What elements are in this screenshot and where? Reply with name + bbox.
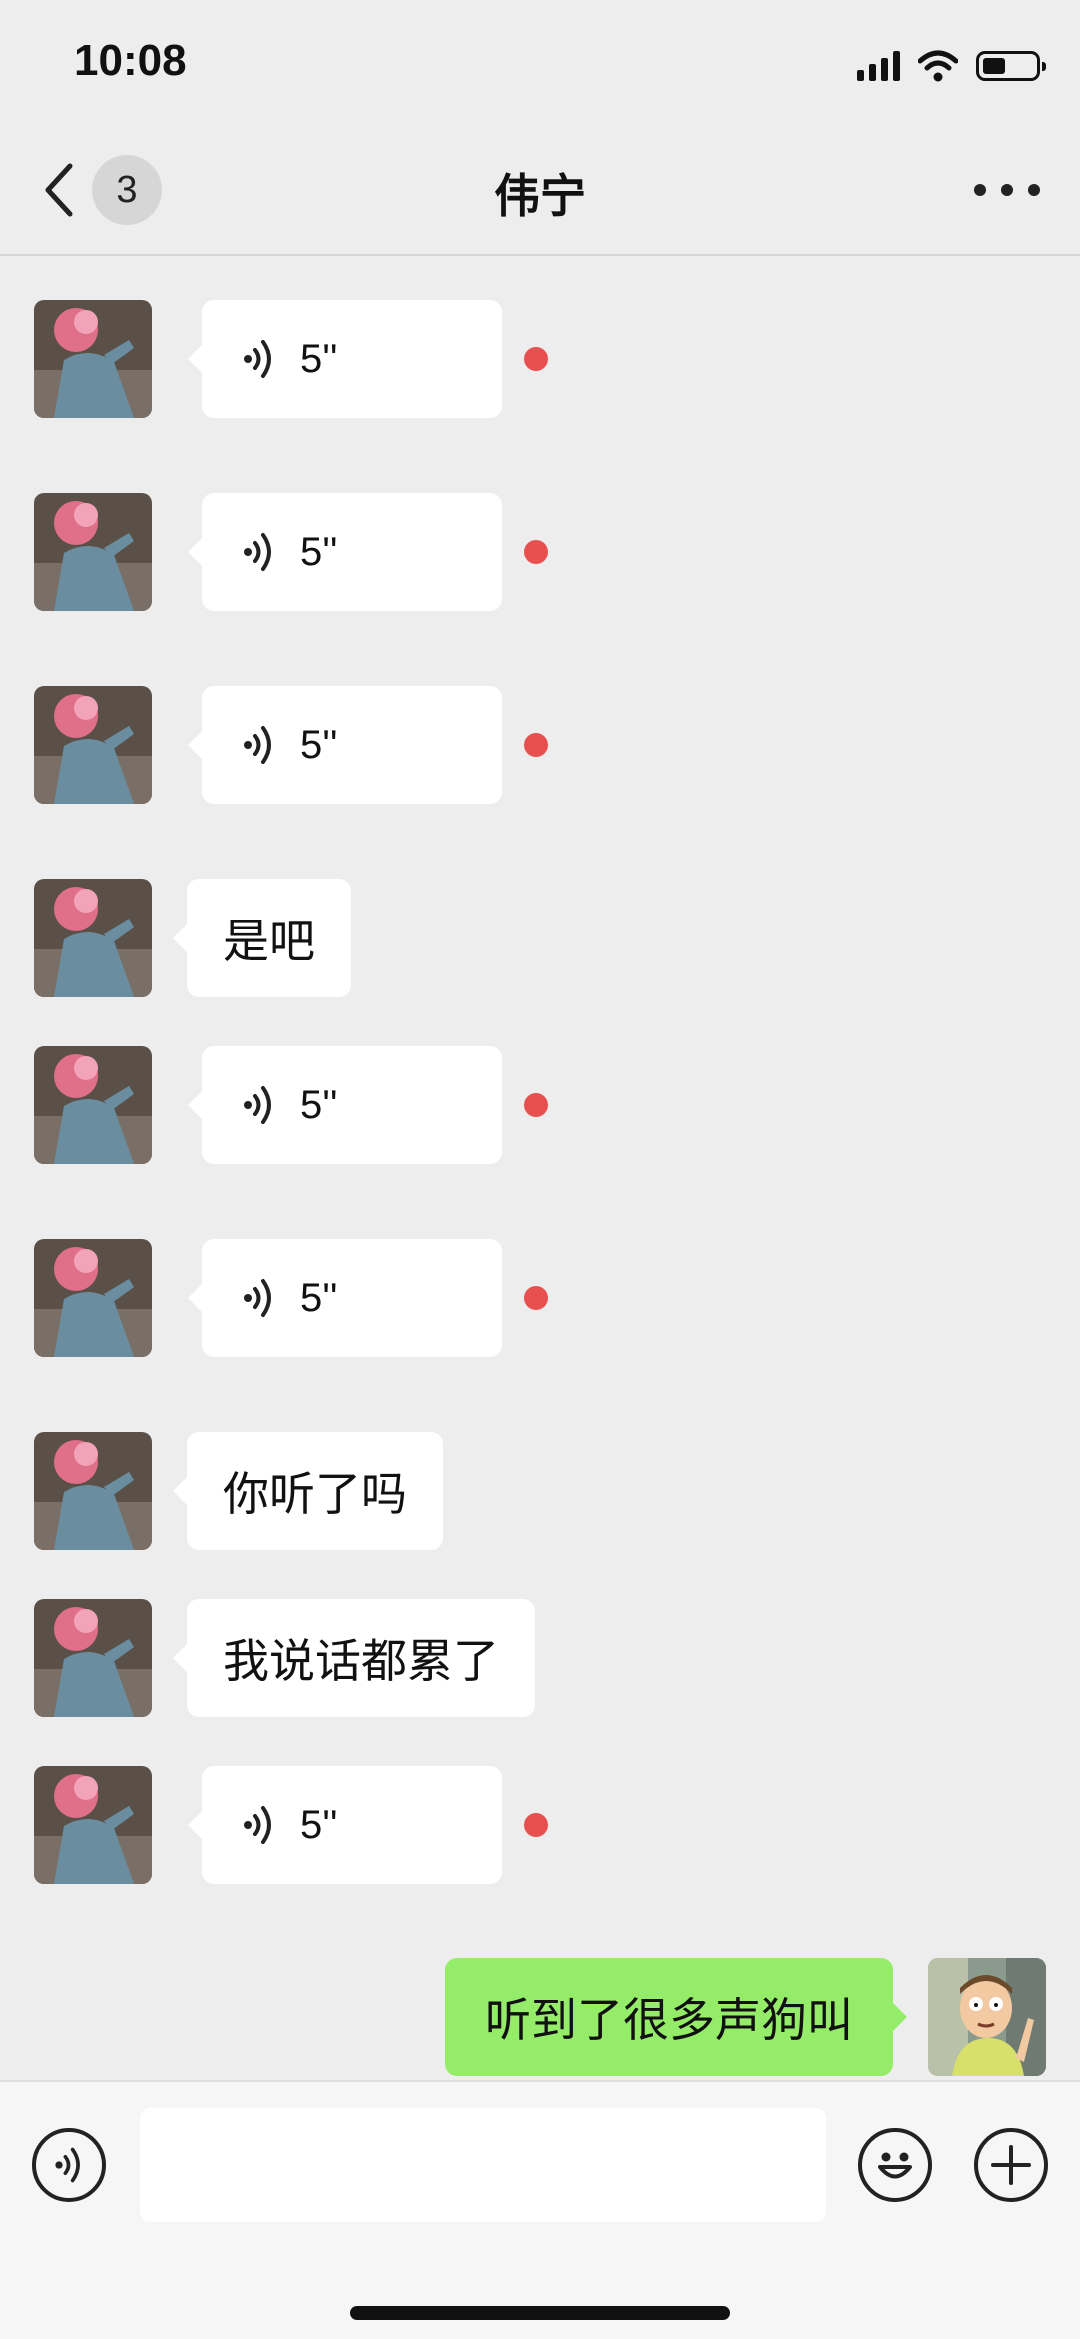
unread-dot (524, 540, 548, 564)
emoji-button[interactable] (858, 2128, 932, 2202)
voice-duration: 5'' (300, 336, 338, 381)
my-avatar[interactable] (928, 1958, 1046, 2076)
emoji-icon (878, 2152, 912, 2179)
plus-icon (991, 2145, 1031, 2185)
voice-wave-icon (244, 1806, 271, 1844)
voice-wave-icon (244, 340, 271, 378)
battery-icon (976, 51, 1046, 81)
voice-wave-icon (244, 726, 271, 764)
voice-duration: 5'' (300, 529, 338, 574)
voice-message-bubble[interactable]: 5'' (188, 493, 502, 611)
contact-avatar[interactable] (34, 300, 152, 418)
voice-message-bubble[interactable]: 5'' (188, 1239, 502, 1357)
contact-avatar[interactable] (34, 1432, 152, 1550)
cellular-signal-icon (857, 51, 900, 81)
text-message-bubble[interactable]: 你听了吗 (173, 1432, 443, 1550)
unread-dot (524, 1286, 548, 1310)
battery-fill (983, 58, 1005, 74)
contact-avatar[interactable] (34, 879, 152, 997)
wifi-icon (918, 50, 958, 82)
contact-avatar[interactable] (34, 1766, 152, 1884)
voice-wave-icon (244, 533, 271, 571)
chat-header: 3 伟宁 (0, 130, 1080, 256)
voice-mode-button[interactable] (32, 2128, 106, 2202)
contact-avatar[interactable] (34, 1239, 152, 1357)
unread-dot (524, 1093, 548, 1117)
message-input[interactable] (140, 2108, 826, 2222)
voice-duration: 5'' (300, 1802, 338, 1847)
status-bar: 10:08 (0, 0, 1080, 130)
status-time: 10:08 (74, 36, 187, 85)
unread-dot (524, 347, 548, 371)
chat-title: 伟宁 (494, 169, 586, 223)
home-indicator[interactable] (350, 2306, 730, 2320)
contact-avatar[interactable] (34, 686, 152, 804)
input-bar (0, 2080, 1080, 2339)
voice-message-bubble[interactable]: 5'' (188, 686, 502, 804)
text-message-bubble[interactable]: 是吧 (173, 879, 351, 997)
unread-dot (524, 733, 548, 757)
message-list[interactable]: 5'' 5'' 5'' 是吧 5'' 5'' 你听了吗 我说话都累了 5'' 听… (0, 256, 1080, 2080)
voice-message-bubble[interactable]: 5'' (188, 1766, 502, 1884)
voice-duration: 5'' (300, 1082, 338, 1127)
voice-wave-icon (244, 1086, 271, 1124)
voice-duration: 5'' (300, 722, 338, 767)
unread-dot (524, 1813, 548, 1837)
voice-wave-icon (244, 1279, 271, 1317)
contact-avatar[interactable] (34, 1599, 152, 1717)
my-text-message-bubble[interactable]: 听到了很多声狗叫 (445, 1958, 907, 2076)
status-icons (857, 46, 1046, 86)
voice-message-bubble[interactable]: 5'' (188, 300, 502, 418)
ellipsis-icon (974, 184, 986, 196)
voice-duration: 5'' (300, 1275, 338, 1320)
more-functions-button[interactable] (974, 2128, 1048, 2202)
text-message-bubble[interactable]: 我说话都累了 (173, 1599, 535, 1717)
contact-avatar[interactable] (34, 493, 152, 611)
voice-mode-icon (55, 2147, 80, 2183)
more-options-button[interactable] (974, 172, 1040, 208)
contact-avatar[interactable] (34, 1046, 152, 1164)
voice-message-bubble[interactable]: 5'' (188, 1046, 502, 1164)
